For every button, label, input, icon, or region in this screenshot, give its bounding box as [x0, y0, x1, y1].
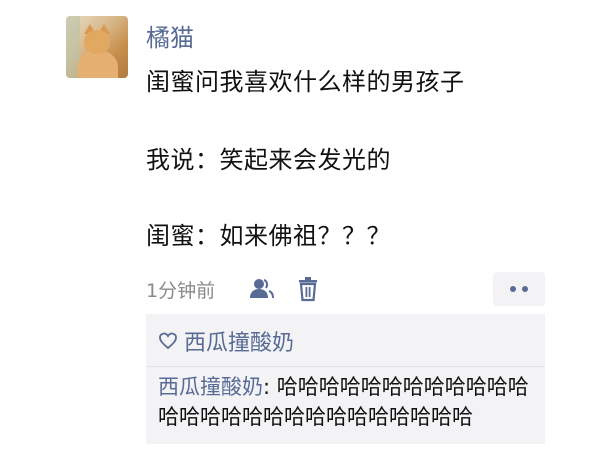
- author-name[interactable]: 橘猫: [146, 18, 194, 53]
- avatar-cat-head: [84, 30, 110, 54]
- heart-outline-icon: [159, 332, 177, 350]
- interaction-panel: 西瓜撞酸奶 西瓜撞酸奶: 哈哈哈哈哈哈哈哈哈哈哈哈哈哈哈哈哈哈哈哈哈哈哈哈哈哈哈: [146, 314, 545, 444]
- post-text-line: 闺蜜问我喜欢什么样的男孩子: [146, 68, 465, 96]
- more-button[interactable]: [493, 272, 545, 306]
- friend-visibility-icon[interactable]: [247, 275, 275, 303]
- comment-author[interactable]: 西瓜撞酸奶: [158, 375, 263, 399]
- post-text-line: 我说：笑起来会发光的: [146, 146, 391, 174]
- comment-item[interactable]: 西瓜撞酸奶: 哈哈哈哈哈哈哈哈哈哈哈哈哈哈哈哈哈哈哈哈哈哈哈哈哈哈哈: [158, 372, 538, 432]
- more-dots-icon: [510, 286, 516, 292]
- post-timestamp: 1分钟前: [146, 280, 216, 302]
- more-dots-icon: [522, 286, 528, 292]
- comment-separator: :: [263, 375, 277, 399]
- post-text-line: 闺蜜：如来佛祖？？？: [146, 222, 391, 250]
- likes-row: 西瓜撞酸奶: [158, 326, 294, 356]
- trash-icon[interactable]: [296, 276, 320, 302]
- author-avatar[interactable]: [66, 16, 128, 78]
- like-user-name[interactable]: 西瓜撞酸奶: [184, 325, 294, 357]
- panel-divider: [146, 366, 545, 367]
- avatar-cat-body: [78, 50, 118, 78]
